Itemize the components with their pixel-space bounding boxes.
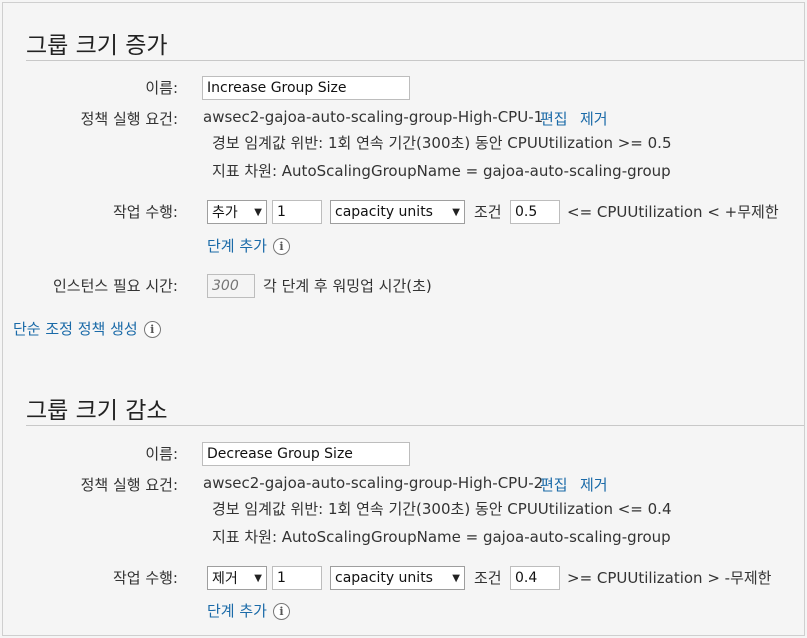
increase-warmup-input[interactable]	[207, 274, 255, 298]
increase-alarm-dimension: 지표 차원: AutoScalingGroupName = gajoa-auto…	[212, 162, 671, 180]
decrease-unit-select-value: capacity units	[335, 570, 433, 586]
decrease-add-step-link[interactable]: 단계 추가 i	[207, 600, 290, 621]
decrease-action-select[interactable]: 제거 ▼	[207, 566, 267, 590]
decrease-policy-label: 정책 실행 요건:	[80, 476, 178, 494]
simple-policy-link[interactable]: 단순 조정 정책 생성 i	[13, 318, 161, 339]
decrease-name-label: 이름:	[145, 445, 178, 463]
decrease-divider	[26, 425, 804, 426]
decrease-condition-text: >= CPUUtilization > -무제한	[567, 569, 772, 587]
increase-name-label: 이름:	[145, 79, 178, 97]
chevron-down-icon: ▼	[452, 206, 460, 218]
decrease-quantity-input[interactable]	[272, 566, 322, 590]
chevron-down-icon: ▼	[452, 572, 460, 584]
info-icon[interactable]: i	[143, 321, 161, 338]
decrease-remove-link[interactable]: 제거	[580, 474, 608, 495]
decrease-alarm-breach: 경보 임계값 위반: 1회 연속 기간(300초) 동안 CPUUtilizat…	[212, 500, 672, 518]
increase-policy-label: 정책 실행 요건:	[80, 110, 178, 128]
chevron-down-icon: ▼	[254, 572, 262, 584]
increase-action-label: 작업 수행:	[112, 203, 178, 221]
increase-add-step-link[interactable]: 단계 추가 i	[207, 235, 290, 256]
info-icon[interactable]: i	[272, 603, 290, 620]
simple-policy-label: 단순 조정 정책 생성	[13, 320, 138, 338]
increase-unit-select-value: capacity units	[335, 204, 433, 220]
increase-alarm-breach: 경보 임계값 위반: 1회 연속 기간(300초) 동안 CPUUtilizat…	[212, 134, 672, 152]
increase-action-select[interactable]: 추가 ▼	[207, 200, 267, 224]
increase-section-title: 그룹 크기 증가	[26, 33, 168, 59]
increase-name-input[interactable]	[202, 76, 410, 100]
decrease-condition-input[interactable]	[510, 566, 560, 590]
decrease-alarm-name: awsec2-gajoa-auto-scaling-group-High-CPU…	[203, 474, 544, 492]
increase-quantity-input[interactable]	[272, 200, 322, 224]
increase-edit-link[interactable]: 편집	[540, 108, 568, 129]
decrease-action-label: 작업 수행:	[112, 569, 178, 587]
increase-divider	[26, 60, 804, 61]
increase-add-step-label: 단계 추가	[207, 237, 267, 255]
increase-condition-input[interactable]	[510, 200, 560, 224]
increase-warmup-suffix: 각 단계 후 워밍업 시간(초)	[263, 277, 432, 295]
decrease-section-title: 그룹 크기 감소	[26, 398, 168, 424]
decrease-alarm-dimension: 지표 차원: AutoScalingGroupName = gajoa-auto…	[212, 528, 671, 546]
decrease-action-select-value: 제거	[212, 571, 238, 587]
decrease-unit-select[interactable]: capacity units ▼	[330, 566, 465, 590]
info-icon[interactable]: i	[272, 238, 290, 255]
increase-action-select-value: 추가	[212, 205, 238, 221]
decrease-name-input[interactable]	[202, 442, 410, 466]
decrease-condition-label: 조건	[474, 569, 502, 587]
increase-alarm-name: awsec2-gajoa-auto-scaling-group-High-CPU…	[203, 108, 544, 126]
decrease-edit-link[interactable]: 편집	[540, 474, 568, 495]
increase-unit-select[interactable]: capacity units ▼	[330, 200, 465, 224]
increase-condition-text: <= CPUUtilization < +무제한	[567, 203, 779, 221]
decrease-add-step-label: 단계 추가	[207, 602, 267, 620]
increase-remove-link[interactable]: 제거	[580, 108, 608, 129]
chevron-down-icon: ▼	[254, 206, 262, 218]
increase-warmup-label: 인스턴스 필요 시간:	[53, 277, 178, 295]
increase-condition-label: 조건	[474, 203, 502, 221]
